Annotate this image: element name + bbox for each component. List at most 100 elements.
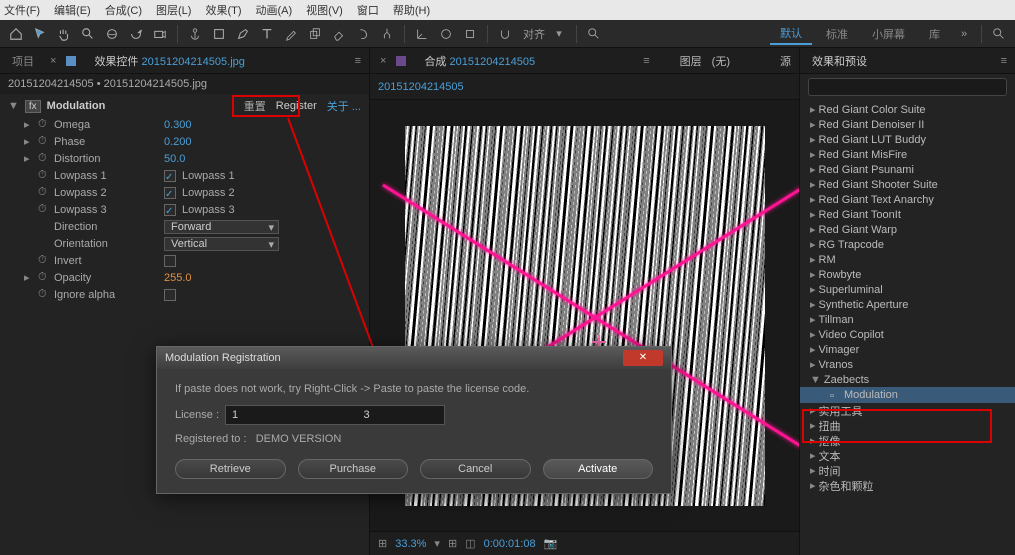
grid-icon[interactable]: ⊞ bbox=[448, 537, 457, 550]
purchase-button[interactable]: Purchase bbox=[298, 459, 409, 479]
panel-menu-icon[interactable]: ≡ bbox=[643, 55, 649, 67]
preset-folder[interactable]: ▸Red Giant Denoiser II bbox=[800, 117, 1015, 132]
search-toolbar-icon[interactable] bbox=[584, 24, 604, 44]
tab-close-icon[interactable]: × bbox=[380, 55, 386, 67]
menu-window[interactable]: 窗口 bbox=[357, 2, 379, 18]
param-opacity-value[interactable]: 255.0 bbox=[164, 272, 192, 284]
selection-tool-icon[interactable] bbox=[30, 24, 50, 44]
preset-folder[interactable]: ▸Red Giant Text Anarchy bbox=[800, 192, 1015, 207]
preset-folder[interactable]: ▸Vimager bbox=[800, 342, 1015, 357]
twirl-icon[interactable]: ▸ bbox=[24, 271, 34, 284]
twirl-icon[interactable]: ▸ bbox=[24, 152, 34, 165]
fx-badge-icon[interactable]: fx bbox=[25, 100, 41, 113]
preset-folder[interactable]: ▸Red Giant Color Suite bbox=[800, 102, 1015, 117]
param-distortion-value[interactable]: 50.0 bbox=[164, 153, 185, 165]
eraser-tool-icon[interactable] bbox=[329, 24, 349, 44]
rotate-tool-icon[interactable] bbox=[126, 24, 146, 44]
preset-folder[interactable]: ▸实用工具 bbox=[800, 403, 1015, 418]
preset-folder[interactable]: ▸Red Giant LUT Buddy bbox=[800, 132, 1015, 147]
ignorea-checkbox[interactable] bbox=[164, 289, 176, 301]
dialog-close-button[interactable]: ✕ bbox=[623, 350, 663, 366]
world-axis-icon[interactable] bbox=[436, 24, 456, 44]
preset-folder[interactable]: ▸RG Trapcode bbox=[800, 237, 1015, 252]
stopwatch-icon[interactable]: ⏱ bbox=[38, 203, 50, 216]
menu-anim[interactable]: 动画(A) bbox=[256, 2, 293, 18]
stopwatch-icon[interactable]: ⏱ bbox=[38, 152, 50, 165]
pen-tool-icon[interactable] bbox=[233, 24, 253, 44]
preset-folder[interactable]: ▸Vranos bbox=[800, 357, 1015, 372]
preset-folder[interactable]: ▸Rowbyte bbox=[800, 267, 1015, 282]
tab-close-icon[interactable]: × bbox=[50, 55, 56, 67]
snap-icon[interactable] bbox=[495, 24, 515, 44]
twirl-icon[interactable]: ▸ bbox=[24, 135, 34, 148]
stopwatch-icon[interactable]: ⏱ bbox=[38, 169, 50, 182]
timecode-value[interactable]: 0:00:01:08 bbox=[484, 538, 536, 550]
orientation-dropdown[interactable]: Vertical bbox=[164, 237, 279, 251]
menu-effect[interactable]: 效果(T) bbox=[205, 2, 241, 18]
tab-effects-presets[interactable]: 效果和预设 bbox=[808, 50, 871, 72]
invert-checkbox[interactable] bbox=[164, 255, 176, 267]
stopwatch-icon[interactable]: ⏱ bbox=[38, 271, 50, 284]
workspace-default[interactable]: 默认 bbox=[770, 23, 812, 45]
src-tab-label[interactable]: 源 bbox=[780, 53, 791, 69]
preset-folder[interactable]: ▸时间 bbox=[800, 463, 1015, 478]
dropdown-icon[interactable]: ⊞ bbox=[378, 537, 387, 550]
stopwatch-icon[interactable]: ⏱ bbox=[38, 186, 50, 199]
preset-folder[interactable]: ▸RM bbox=[800, 252, 1015, 267]
preset-folder[interactable]: ▸Red Giant Warp bbox=[800, 222, 1015, 237]
home-icon[interactable] bbox=[6, 24, 26, 44]
preset-folder[interactable]: ▸抠像 bbox=[800, 433, 1015, 448]
stopwatch-icon[interactable]: ⏱ bbox=[38, 254, 50, 267]
preset-folder[interactable]: ▸Red Giant Psunami bbox=[800, 162, 1015, 177]
text-tool-icon[interactable] bbox=[257, 24, 277, 44]
cancel-button[interactable]: Cancel bbox=[420, 459, 531, 479]
zoom-value[interactable]: 33.3% bbox=[395, 538, 426, 550]
menu-layer[interactable]: 图层(L) bbox=[156, 2, 191, 18]
lp2-checkbox[interactable] bbox=[164, 187, 176, 199]
preset-folder[interactable]: ▸Red Giant Shooter Suite bbox=[800, 177, 1015, 192]
presets-list[interactable]: ▸Red Giant Color Suite▸Red Giant Denoise… bbox=[800, 100, 1015, 555]
preset-folder-expanded[interactable]: ▼Zaebects bbox=[800, 372, 1015, 387]
orbit-tool-icon[interactable] bbox=[102, 24, 122, 44]
preset-folder[interactable]: ▸Red Giant ToonIt bbox=[800, 207, 1015, 222]
preset-effect-item[interactable]: ▫Modulation bbox=[800, 387, 1015, 403]
preset-folder[interactable]: ▸扭曲 bbox=[800, 418, 1015, 433]
layer-tab-label[interactable]: 图层 bbox=[680, 53, 702, 69]
tab-project[interactable]: 项目 bbox=[8, 50, 38, 72]
clone-tool-icon[interactable] bbox=[305, 24, 325, 44]
roto-tool-icon[interactable] bbox=[353, 24, 373, 44]
menu-file[interactable]: 文件(F) bbox=[4, 2, 40, 18]
comp-breadcrumb-link[interactable]: 20151204214505 bbox=[378, 81, 464, 93]
zoom-tool-icon[interactable] bbox=[78, 24, 98, 44]
preset-folder[interactable]: ▸Video Copilot bbox=[800, 327, 1015, 342]
view-axis-icon[interactable] bbox=[460, 24, 480, 44]
preset-folder[interactable]: ▸文本 bbox=[800, 448, 1015, 463]
lp1-checkbox[interactable] bbox=[164, 170, 176, 182]
presets-search-input[interactable] bbox=[808, 78, 1007, 96]
resolution-icon[interactable]: ▾ bbox=[434, 537, 440, 550]
stopwatch-icon[interactable]: ⏱ bbox=[38, 135, 50, 148]
puppet-tool-icon[interactable] bbox=[377, 24, 397, 44]
param-phase-value[interactable]: 0.200 bbox=[164, 136, 192, 148]
register-button[interactable]: Register bbox=[272, 99, 321, 113]
twirl-icon[interactable]: ▸ bbox=[24, 118, 34, 131]
toolbar-search-icon[interactable] bbox=[989, 24, 1009, 44]
shape-tool-icon[interactable] bbox=[209, 24, 229, 44]
hand-tool-icon[interactable] bbox=[54, 24, 74, 44]
direction-dropdown[interactable]: Forward bbox=[164, 220, 279, 234]
menu-edit[interactable]: 编辑(E) bbox=[54, 2, 91, 18]
local-axis-icon[interactable] bbox=[412, 24, 432, 44]
camera-icon[interactable]: 📷 bbox=[544, 537, 558, 550]
workspace-library[interactable]: 库 bbox=[919, 24, 950, 44]
menu-help[interactable]: 帮助(H) bbox=[393, 2, 430, 18]
param-omega-value[interactable]: 0.300 bbox=[164, 119, 192, 131]
menu-comp[interactable]: 合成(C) bbox=[105, 2, 142, 18]
stopwatch-icon[interactable]: ⏱ bbox=[38, 118, 50, 131]
preset-folder[interactable]: ▸杂色和颗粒 bbox=[800, 478, 1015, 493]
about-link[interactable]: 关于 ... bbox=[327, 98, 361, 114]
stopwatch-icon[interactable]: ⏱ bbox=[38, 288, 50, 301]
panel-menu-icon[interactable]: ≡ bbox=[355, 55, 361, 67]
chevron-down-icon[interactable]: ▾ bbox=[549, 24, 569, 44]
activate-button[interactable]: Activate bbox=[543, 459, 654, 479]
workspace-standard[interactable]: 标准 bbox=[816, 24, 858, 44]
